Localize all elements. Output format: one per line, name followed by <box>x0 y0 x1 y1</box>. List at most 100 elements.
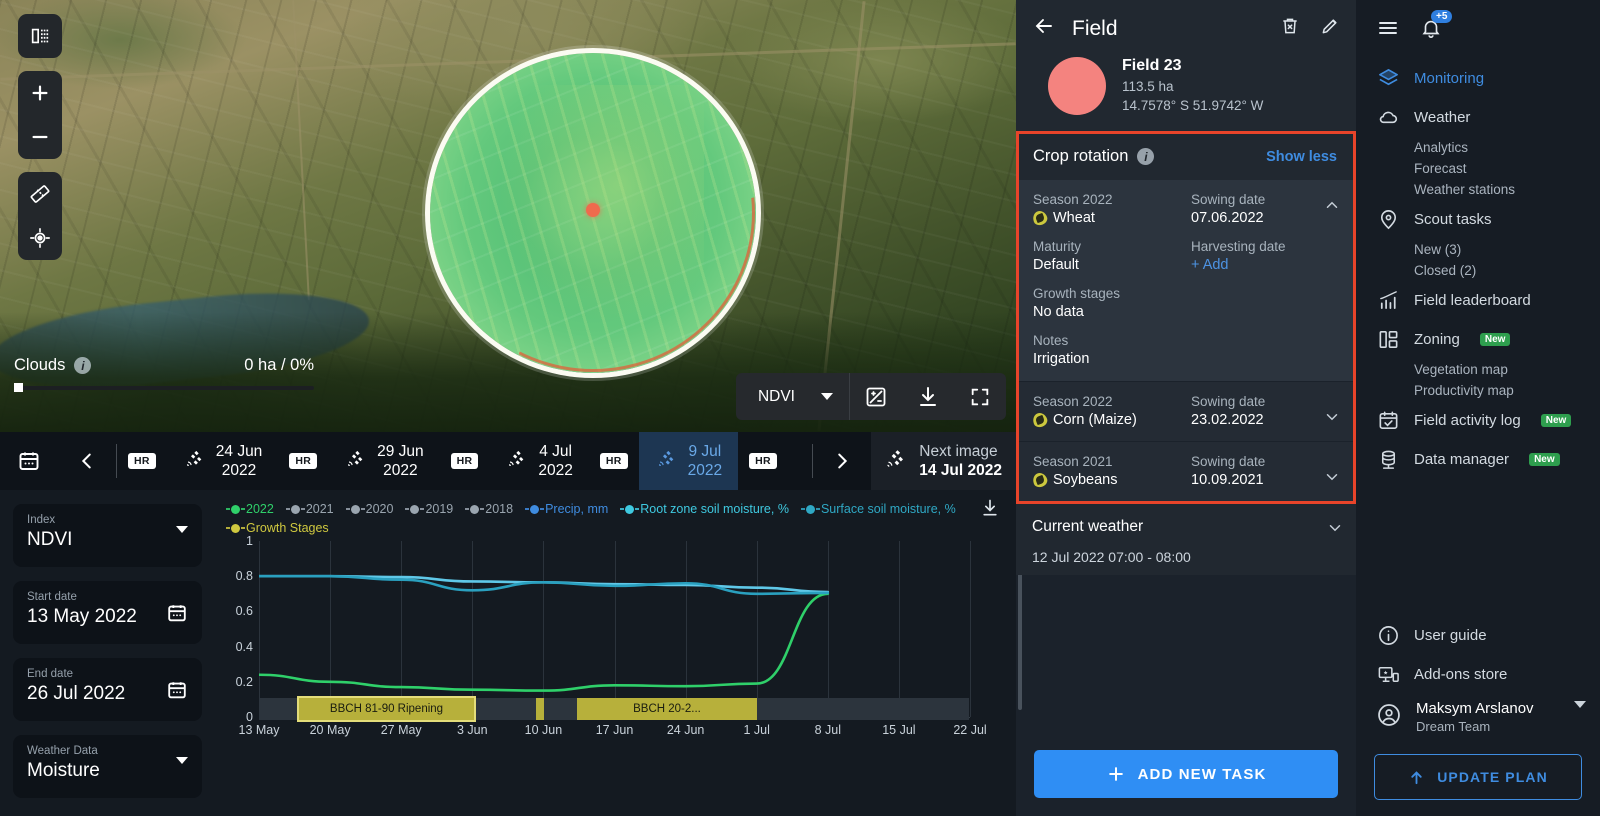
hamburger-menu-icon[interactable] <box>1376 16 1400 45</box>
end-date-field[interactable]: End date 26 Jul 2022 <box>13 658 202 721</box>
calendar-icon[interactable] <box>166 679 188 706</box>
chevron-up-icon[interactable] <box>1323 196 1341 219</box>
legend-item[interactable]: Precip, mm <box>525 502 608 516</box>
season-label: Season 2021 <box>1033 454 1113 469</box>
timeline-date-item-selected[interactable]: 9 Jul 2022 <box>638 432 739 490</box>
zoom-in-icon[interactable] <box>18 71 62 115</box>
chevron-down-icon[interactable] <box>1323 468 1341 491</box>
sidebar-item-data-manager[interactable]: Data manager New <box>1356 440 1600 479</box>
index-select-label: Index <box>27 514 56 526</box>
field-coordinates: 14.7578° S 51.9742° W <box>1122 98 1264 113</box>
analytics-panel: Index NDVI Start date 13 May 2022 End da… <box>0 490 1016 816</box>
hr-chip[interactable]: HR <box>128 453 156 469</box>
sidebar-item-scout-tasks[interactable]: Scout tasks <box>1356 200 1600 239</box>
legend-item[interactable]: 2019 <box>405 502 453 516</box>
chevron-down-icon[interactable] <box>1574 701 1586 726</box>
sidebar-subitem-productivity-map[interactable]: Productivity map <box>1356 380 1600 401</box>
add-harvesting-date-link[interactable]: + Add <box>1191 257 1337 273</box>
timeline-date-item[interactable]: 4 Jul 2022 <box>489 432 588 490</box>
info-icon[interactable]: i <box>74 357 92 374</box>
hr-chip[interactable]: HR <box>289 453 318 469</box>
info-icon[interactable]: i <box>1137 148 1155 165</box>
notifications-bell[interactable]: +5 <box>1420 10 1453 44</box>
x-tick-label: 15 Jul <box>882 723 916 737</box>
legend-item[interactable]: 2021 <box>285 502 334 516</box>
timeline-next-button[interactable] <box>813 432 871 490</box>
notification-badge: +5 <box>1431 10 1453 23</box>
map-index-dropdown[interactable]: NDVI <box>736 373 850 420</box>
locate-icon[interactable] <box>18 216 62 260</box>
next-image-info[interactable]: Next image 14 Jul 2022 <box>871 432 1016 490</box>
hr-chip[interactable]: HR <box>749 453 777 469</box>
chart-download-icon[interactable] <box>980 498 1000 523</box>
x-tick-label: 24 Jun <box>666 723 705 737</box>
start-date-field[interactable]: Start date 13 May 2022 <box>13 581 202 644</box>
sidebar-item-zoning[interactable]: Zoning New <box>1356 320 1600 359</box>
calendar-icon[interactable] <box>166 602 188 629</box>
user-account-block[interactable]: Maksym Arslanov Dream Team <box>1356 694 1600 740</box>
legend-label: Growth Stages <box>246 521 329 535</box>
field-boundary-overlay[interactable] <box>425 48 761 378</box>
zoom-out-icon[interactable] <box>18 115 62 159</box>
update-plan-button[interactable]: UPDATE PLAN <box>1374 754 1582 800</box>
x-tick-label: 3 Jun <box>457 723 488 737</box>
sowing-date-value: 23.02.2022 <box>1191 412 1264 428</box>
sidebar-item-weather[interactable]: Weather <box>1356 98 1600 137</box>
sidebar-item-addons-store[interactable]: Add-ons store <box>1356 655 1600 694</box>
harvesting-col: Harvesting date + Add <box>1191 239 1337 273</box>
current-weather-section[interactable]: Current weather 12 Jul 2022 07:00 - 08:0… <box>1016 504 1356 575</box>
back-arrow-icon[interactable] <box>1032 14 1056 43</box>
crop-rotation-season-row[interactable]: Season 2022 Corn (Maize) Sowing date 23.… <box>1019 381 1353 441</box>
sowing-date-label: Sowing date <box>1191 192 1266 207</box>
sidebar-subitem-new-3-[interactable]: New (3) <box>1356 239 1600 260</box>
download-icon[interactable] <box>902 373 954 420</box>
growth-stage-item[interactable]: BBCH 81-90 Ripening <box>297 696 476 722</box>
sidebar-item-user-guide[interactable]: User guide <box>1356 616 1600 655</box>
notes-col: Notes Irrigation <box>1033 333 1337 367</box>
bar-chart-icon <box>1376 289 1400 312</box>
edit-icon[interactable] <box>1320 16 1340 41</box>
crop-rotation-season-row[interactable]: Season 2021 Soybeans Sowing date 10.09.2… <box>1019 441 1353 501</box>
sidebar-item-field-leaderboard[interactable]: Field leaderboard <box>1356 281 1600 320</box>
delete-icon[interactable] <box>1280 16 1300 41</box>
growth-stages-bar: BBCH 81-90 Ripening BBCH 20-2... <box>259 696 969 722</box>
seed-icon <box>1031 209 1049 227</box>
nav-items-list: Monitoring Weather Analytics Forecast Weathe… <box>1356 59 1600 479</box>
clouds-slider[interactable] <box>14 383 314 392</box>
satellite-icon <box>183 448 205 475</box>
fullscreen-icon[interactable] <box>954 373 1006 420</box>
chevron-down-icon[interactable] <box>1326 519 1344 542</box>
sidebar-subitem-weather-stations[interactable]: Weather stations <box>1356 179 1600 200</box>
legend-item[interactable]: Root zone soil moisture, % <box>620 502 789 516</box>
legend-item[interactable]: Surface soil moisture, % <box>800 502 956 516</box>
timeline-prev-button[interactable] <box>58 432 116 490</box>
legend-item[interactable]: Growth Stages <box>226 521 329 535</box>
split-view-icon[interactable] <box>18 14 62 58</box>
sidebar-subitem-vegetation-map[interactable]: Vegetation map <box>1356 359 1600 380</box>
add-new-task-button[interactable]: ADD NEW TASK <box>1034 750 1338 798</box>
sidebar-item-field-activity-log[interactable]: Field activity log New <box>1356 401 1600 440</box>
index-select[interactable]: Index NDVI <box>13 504 202 567</box>
legend-item[interactable]: 2018 <box>465 502 513 516</box>
sidebar-subitem-forecast[interactable]: Forecast <box>1356 158 1600 179</box>
calendar-picker-icon[interactable] <box>0 432 58 490</box>
y-tick-label: 0 <box>246 710 253 724</box>
chevron-down-icon[interactable] <box>1323 408 1341 431</box>
legend-item[interactable]: 2020 <box>345 502 393 516</box>
sidebar-subitem-analytics[interactable]: Analytics <box>1356 137 1600 158</box>
hr-chip[interactable]: HR <box>450 453 479 469</box>
legend-item[interactable]: 2022 <box>226 502 274 516</box>
satellite-map[interactable]: Clouds i 0 ha / 0% NDVI <box>0 0 1016 432</box>
hr-chip[interactable]: HR <box>599 453 628 469</box>
show-less-link[interactable]: Show less <box>1266 149 1337 165</box>
sidebar-item-monitoring[interactable]: Monitoring <box>1356 59 1600 98</box>
timeline-date-label: 24 Jun 2022 <box>215 442 263 479</box>
growth-stage-item[interactable]: BBCH 20-2... <box>577 698 757 720</box>
sidebar-subitem-closed-2-[interactable]: Closed (2) <box>1356 260 1600 281</box>
contrast-icon[interactable] <box>850 373 902 420</box>
weather-data-select[interactable]: Weather Data Moisture <box>13 735 202 798</box>
ruler-icon[interactable] <box>18 172 62 216</box>
clouds-slider-handle[interactable] <box>14 383 23 392</box>
timeline-date-item[interactable]: 29 Jun 2022 <box>328 432 440 490</box>
timeline-date-item[interactable]: 24 Jun 2022 <box>167 432 279 490</box>
